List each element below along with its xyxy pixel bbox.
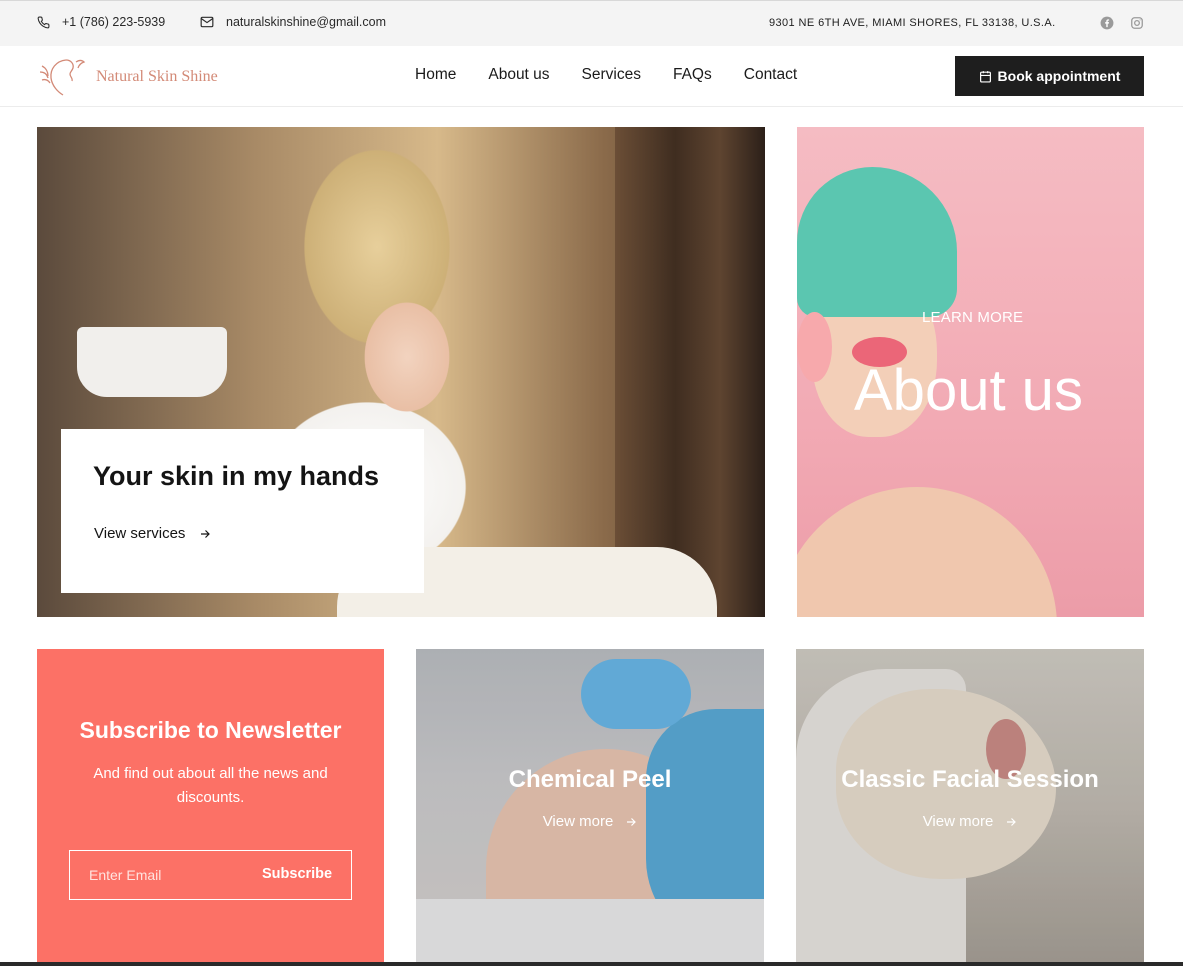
newsletter-form: Enter Email Subscribe: [69, 850, 352, 900]
calendar-icon: [979, 70, 991, 83]
view-more-label: View more: [542, 813, 614, 830]
logo-text: Natural Skin Shine: [96, 68, 218, 85]
newsletter-subtitle: And find out about all the news and disc…: [93, 765, 328, 806]
view-services-link[interactable]: View services: [94, 525, 211, 542]
service-card-chemical-peel[interactable]: Chemical Peel View more: [416, 649, 764, 966]
service-title: Chemical Peel: [508, 766, 672, 793]
newsletter-panel: Subscribe to Newsletter And find out abo…: [37, 649, 384, 966]
shoulders-shape: [797, 487, 1057, 617]
nav-contact[interactable]: Contact: [744, 66, 797, 84]
instagram-icon[interactable]: [1130, 16, 1144, 30]
view-more-link[interactable]: View more: [416, 813, 764, 830]
hero-card: Your skin in my hands View services: [61, 429, 424, 593]
view-services-label: View services: [94, 525, 186, 542]
email-address: naturalskinshine@gmail.com: [226, 15, 386, 29]
arrow-right-icon: [627, 817, 637, 826]
phone-icon: [37, 16, 50, 28]
site-header: Natural Skin Shine Home About us Service…: [0, 46, 1183, 107]
sponge-shape: [797, 312, 832, 382]
logo-face-icon: [39, 59, 86, 96]
phone-link[interactable]: +1 (786) 223-5939: [37, 15, 165, 29]
nav-home[interactable]: Home: [415, 66, 456, 84]
turban-shape: [797, 167, 957, 317]
mail-icon: [200, 16, 214, 28]
phone-number: +1 (786) 223-5939: [62, 15, 166, 29]
image-overlay: [416, 649, 764, 966]
learn-more-link[interactable]: LEARN MORE: [922, 309, 1023, 326]
contact-bar: +1 (786) 223-5939 naturalskinshine@gmail…: [0, 0, 1183, 46]
nav-about[interactable]: About us: [488, 66, 549, 84]
arrow-right-icon: [201, 529, 211, 538]
service-title: Classic Facial Session: [841, 766, 1099, 793]
nav-faqs[interactable]: FAQs: [673, 66, 712, 84]
main-nav: Home About us Services FAQs Contact: [415, 66, 829, 84]
address: 9301 NE 6TH AVE, MIAMI SHORES, FL 33138,…: [769, 17, 1056, 29]
about-title: About us: [854, 358, 1083, 423]
nav-services[interactable]: Services: [582, 66, 641, 84]
view-more-link[interactable]: View more: [796, 813, 1144, 830]
hero-title: Your skin in my hands: [93, 461, 380, 491]
arrow-right-icon: [1007, 817, 1017, 826]
view-more-label: View more: [922, 813, 994, 830]
book-appointment-label: Book appointment: [997, 68, 1121, 84]
book-appointment-button[interactable]: Book appointment: [955, 56, 1144, 96]
curtain-shape: [615, 127, 765, 617]
service-card-classic-facial[interactable]: Classic Facial Session View more: [796, 649, 1144, 966]
newsletter-title: Subscribe to Newsletter: [79, 717, 342, 743]
bottom-scroll-strip: [0, 962, 1183, 966]
subscribe-button[interactable]: Subscribe: [262, 866, 332, 882]
email-link[interactable]: naturalskinshine@gmail.com: [200, 15, 386, 29]
image-overlay: [796, 649, 1144, 966]
facebook-icon[interactable]: [1100, 16, 1114, 30]
sink-shape: [77, 327, 227, 397]
email-input[interactable]: Enter Email: [89, 867, 161, 883]
logo[interactable]: Natural Skin Shine: [36, 56, 218, 98]
